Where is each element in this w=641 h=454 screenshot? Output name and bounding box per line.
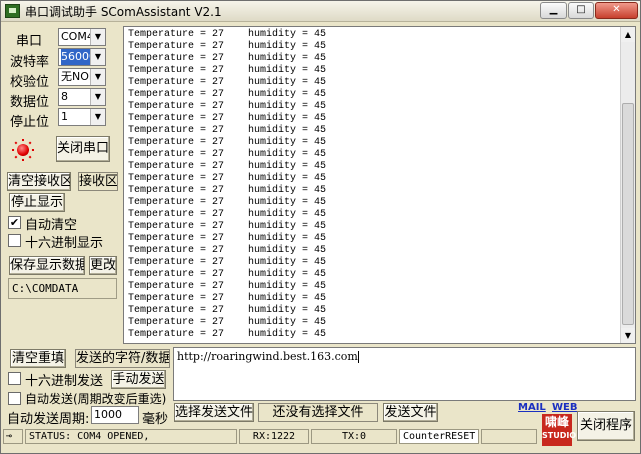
databits-label: 数据位: [10, 95, 50, 110]
send-file-button[interactable]: 发送文件: [383, 403, 438, 422]
close-icon: ✕: [612, 4, 621, 15]
clear-receive-button[interactable]: 清空接收区: [7, 172, 71, 191]
reset-send-button[interactable]: 清空重填: [10, 349, 66, 368]
receive-area[interactable]: Temperature = 27 humidity = 45 Temperatu…: [123, 26, 636, 344]
rx-counter: RX:1222: [239, 429, 309, 444]
pin-icon[interactable]: ⊸: [3, 429, 23, 444]
save-data-button[interactable]: 保存显示数据: [9, 256, 85, 275]
auto-clear-checkbox[interactable]: ✔: [8, 216, 21, 229]
change-path-button[interactable]: 更改: [89, 256, 117, 275]
receive-text: Temperature = 27 humidity = 45 Temperatu…: [128, 29, 327, 340]
manual-send-button[interactable]: 手动发送: [111, 370, 166, 389]
parity-label: 校验位: [10, 75, 50, 90]
status-panel-empty: [481, 429, 537, 444]
maximize-icon: □: [576, 4, 586, 15]
period-unit-label: 毫秒: [142, 412, 169, 427]
web-link[interactable]: WEB: [552, 402, 577, 413]
stop-display-button[interactable]: 停止显示: [9, 193, 65, 212]
scroll-up-icon[interactable]: ▲: [621, 27, 635, 42]
baud-select[interactable]: 56000▼: [58, 48, 106, 66]
window-title: 串口调试助手 SComAssistant V2.1: [25, 5, 222, 19]
port-label: 串口: [16, 34, 43, 49]
hex-send-label: 十六进制发送: [25, 374, 104, 389]
send-text: http://roaringwind.best.163.com: [177, 350, 358, 363]
auto-clear-label: 自动清空: [25, 218, 78, 233]
auto-send-checkbox[interactable]: [8, 392, 21, 405]
chevron-down-icon: ▼: [90, 29, 105, 45]
chevron-down-icon: ▼: [90, 49, 105, 65]
stopbits-select[interactable]: 1 ▼: [58, 108, 106, 126]
close-window-button[interactable]: ✕: [595, 2, 638, 19]
auto-send-label: 自动发送(周期改变后重选): [25, 392, 167, 406]
file-status-label: 还没有选择文件: [258, 403, 378, 422]
app-window: 串口调试助手 SComAssistant V2.1 ▁ □ ✕ 串口 COM4 ▼…: [0, 0, 641, 454]
toggle-port-button[interactable]: 关闭串口: [56, 136, 110, 162]
databits-select[interactable]: 8 ▼: [58, 88, 106, 106]
counter-reset-button[interactable]: CounterRESET: [399, 429, 479, 444]
mail-link[interactable]: MAIL: [518, 402, 546, 413]
maximize-button[interactable]: □: [568, 2, 594, 19]
chevron-down-icon: ▼: [90, 69, 105, 85]
period-label: 自动发送周期:: [7, 412, 90, 427]
title-bar: 串口调试助手 SComAssistant V2.1 ▁ □ ✕: [1, 1, 640, 22]
receive-scrollbar[interactable]: ▲ ▼: [620, 27, 635, 343]
status-bar: ⊸ STATUS: COM4 OPENED, RX:1222 TX:0 Coun…: [1, 428, 640, 445]
send-area-label: 发送的字符/数据: [75, 349, 170, 368]
period-input[interactable]: 1000: [91, 406, 139, 424]
receive-area-label: 接收区: [78, 172, 118, 191]
hex-display-label: 十六进制显示: [25, 236, 104, 251]
save-path-field: C:\COMDATA: [8, 278, 117, 299]
checkmark-icon: ✔: [9, 216, 20, 229]
hex-send-checkbox[interactable]: [8, 372, 21, 385]
text-caret: [357, 351, 359, 363]
chevron-down-icon: ▼: [90, 109, 105, 125]
port-status-led-icon: [12, 139, 34, 161]
chevron-down-icon: ▼: [90, 89, 105, 105]
parity-select[interactable]: 无NONE▼: [58, 68, 106, 86]
minimize-button[interactable]: ▁: [540, 2, 567, 19]
status-text: STATUS: COM4 OPENED,: [25, 429, 237, 444]
scroll-down-icon[interactable]: ▼: [621, 328, 635, 343]
baud-label: 波特率: [10, 55, 50, 70]
send-input[interactable]: http://roaringwind.best.163.com: [173, 347, 636, 401]
port-select[interactable]: COM4 ▼: [58, 28, 106, 46]
choose-file-button[interactable]: 选择发送文件: [174, 403, 254, 422]
app-icon: [5, 4, 20, 18]
minimize-icon: ▁: [549, 4, 558, 15]
hex-display-checkbox[interactable]: [8, 234, 21, 247]
scroll-thumb[interactable]: [622, 103, 634, 325]
stopbits-label: 停止位: [10, 115, 50, 130]
tx-counter: TX:0: [311, 429, 397, 444]
